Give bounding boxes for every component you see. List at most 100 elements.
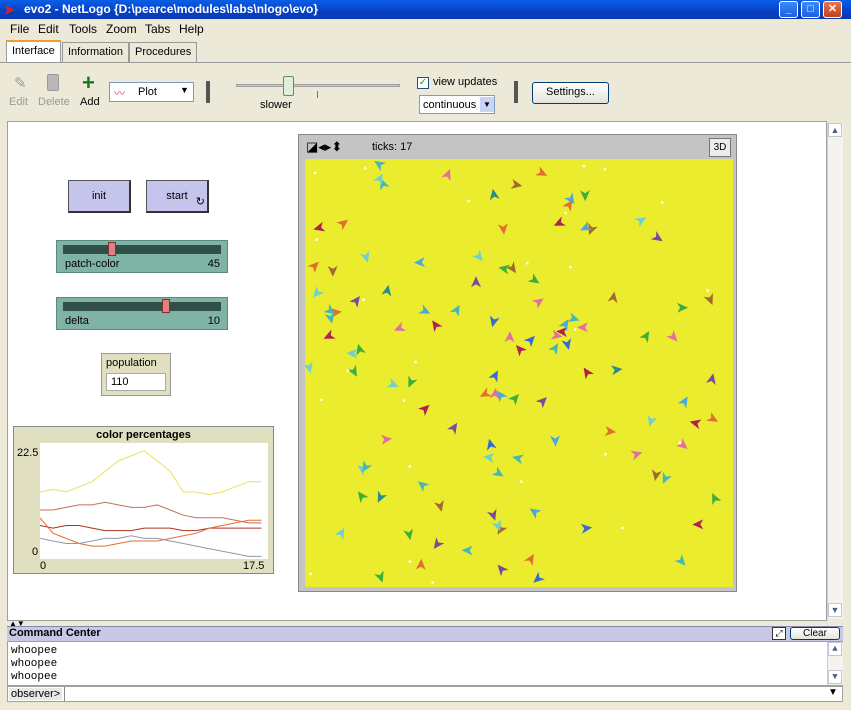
turtle [647,414,658,427]
turtle [418,404,430,416]
turtle [381,284,392,297]
view-controls-icon[interactable]: ◪◂▸⬍ [306,140,342,153]
pencil-icon: ✎ [14,75,27,92]
vertical-scrollbar[interactable]: ▲ ▼ [827,123,843,619]
view-updates-checkbox[interactable]: ✓ [417,77,429,89]
turtle [483,452,495,463]
scroll-down-icon[interactable]: ▼ [828,603,842,617]
turtle [461,545,473,556]
turtle [413,257,426,268]
tab-information[interactable]: Information [62,42,130,62]
turtle [533,571,545,583]
menu-edit[interactable]: Edit [38,22,59,36]
turtle [307,261,319,274]
update-mode-select[interactable]: continuous ▼ [419,95,495,114]
turtle [512,454,524,465]
slider-thumb[interactable] [108,242,116,256]
patch-dot [362,298,365,301]
widget-type-select[interactable]: 〰 Plot ▼ [109,82,194,102]
speed-slider-thumb[interactable] [283,76,294,96]
turtle [650,230,663,242]
turtle [535,166,548,176]
chevron-down-icon: ▼ [180,85,189,95]
trash-icon [47,74,59,91]
turtle [359,250,370,263]
menu-file[interactable]: File [10,22,29,36]
clear-button[interactable]: Clear [790,627,840,640]
turtle [418,304,431,314]
edit-button[interactable]: Edit [9,96,28,108]
turtle [548,343,559,356]
add-button[interactable]: Add [80,96,100,108]
tab-interface[interactable]: Interface [6,40,61,63]
turtle [471,276,481,288]
turtle [346,348,358,359]
init-button[interactable]: init [68,180,131,213]
netlogo-logo-icon: ➤ [4,2,15,17]
turtle [313,286,325,298]
turtle [676,438,688,449]
patch-dot [706,289,709,292]
delta-slider[interactable]: delta 10 [56,297,228,330]
turtle [583,367,594,380]
patch-dot [678,441,682,444]
start-button[interactable]: start ↻ [146,180,209,213]
menu-help[interactable]: Help [179,22,204,36]
patch-dot [621,526,624,530]
patch-dot [414,360,417,364]
tab-procedures[interactable]: Procedures [129,42,198,62]
settings-button[interactable]: Settings... [532,82,609,104]
plot-xmin: 0 [40,560,47,572]
output-scrollbar[interactable]: ▲ ▼ [827,642,843,685]
observer-prompt[interactable]: observer> [9,688,63,700]
turtle [666,329,678,342]
monitor-label: population [106,357,157,369]
scroll-up-icon[interactable]: ▲ [828,642,842,656]
turtle [393,321,406,331]
turtle [497,564,509,577]
population-monitor: population 110 [101,353,171,396]
patch-dot [309,572,312,576]
scroll-up-icon[interactable]: ▲ [828,123,842,137]
output-line: whoopee [11,671,58,683]
menu-tabs[interactable]: Tabs [145,22,170,36]
turtle [662,471,672,484]
turtle [523,554,534,566]
patch-dot [315,238,318,241]
expand-icon[interactable]: ⤢ [772,627,786,640]
patch-dot [363,167,367,170]
minimize-button[interactable]: _ [779,1,798,18]
turtle [336,219,349,231]
scroll-down-icon[interactable]: ▼ [828,670,842,684]
turtle [446,422,458,435]
turtle [580,523,593,534]
patch-color-slider[interactable]: patch-color 45 [56,240,228,273]
speed-slider[interactable] [236,84,400,87]
turtle [449,304,460,317]
patch-dot [408,465,412,468]
menu-tools[interactable]: Tools [69,22,97,36]
patch-dot [408,560,412,563]
turtle [356,343,366,356]
patch-dot [564,211,567,215]
delete-button[interactable]: Delete [38,96,70,108]
slider-label: delta [65,315,89,327]
chevron-down-icon[interactable]: ▼ [828,687,838,698]
3d-button[interactable]: 3D [709,138,731,157]
slider-track [63,245,221,254]
plus-icon: + [82,70,95,95]
patch-dot [313,171,317,175]
turtle [692,519,704,530]
output-line: whoopee [11,658,58,670]
toolbar-separator [206,81,210,103]
turtle [527,273,540,284]
slider-thumb[interactable] [162,299,170,313]
patch-dot [603,167,607,171]
close-button[interactable]: ✕ [823,1,842,18]
speed-tick [317,91,318,98]
turtle [577,322,588,333]
command-input[interactable] [64,687,824,701]
maximize-button[interactable]: □ [801,1,820,18]
menu-zoom[interactable]: Zoom [106,22,137,36]
turtle [403,528,414,541]
